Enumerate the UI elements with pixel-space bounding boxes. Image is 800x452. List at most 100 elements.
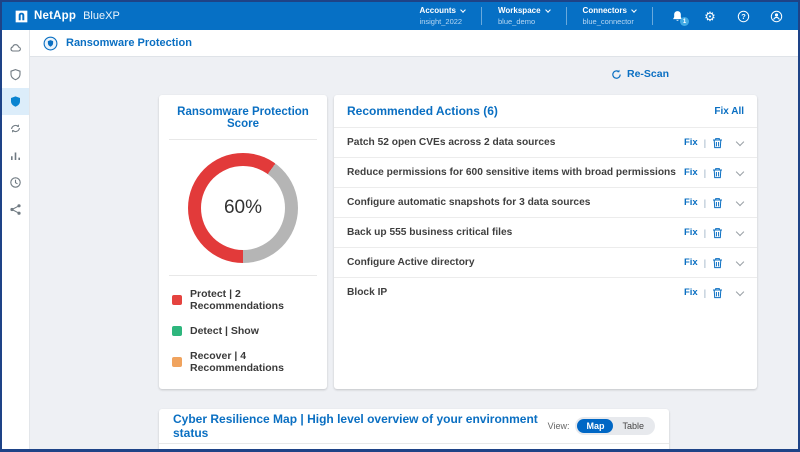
menu-label: Workspace bbox=[498, 6, 541, 15]
chevron-down-icon bbox=[460, 6, 466, 13]
notification-badge: 1 bbox=[680, 17, 689, 26]
menu-label: Accounts bbox=[419, 6, 456, 15]
clock-icon bbox=[10, 177, 21, 188]
share-nodes-icon bbox=[10, 204, 21, 215]
notifications-bell-icon[interactable]: 1 bbox=[669, 8, 689, 26]
legend-label[interactable]: Recover | 4 Recommendations bbox=[190, 350, 314, 374]
action-row: Reduce permissions for 600 sensitive ite… bbox=[334, 157, 758, 187]
header-menu[interactable]: Connectors blue_connector bbox=[567, 6, 653, 26]
sidebar-item-health[interactable] bbox=[2, 169, 29, 196]
separator: | bbox=[703, 227, 707, 238]
delete-trash-icon[interactable] bbox=[712, 257, 723, 269]
separator: | bbox=[703, 167, 707, 178]
brand-name: NetApp bbox=[34, 10, 77, 22]
menu-value: blue_demo bbox=[498, 17, 536, 26]
delete-trash-icon[interactable] bbox=[712, 287, 723, 299]
view-switcher: View: Map Table bbox=[548, 417, 655, 435]
sidebar-item-extensions[interactable] bbox=[2, 196, 29, 223]
expand-chevron-icon[interactable] bbox=[735, 167, 745, 176]
action-row: Configure Active directory Fix | bbox=[334, 247, 758, 277]
sidebar-item-canvas[interactable] bbox=[2, 34, 29, 61]
fix-all-link[interactable]: Fix All bbox=[714, 106, 744, 117]
expand-chevron-icon[interactable] bbox=[735, 257, 745, 266]
action-label: Reduce permissions for 600 sensitive ite… bbox=[347, 167, 676, 178]
fix-link[interactable]: Fix bbox=[684, 257, 698, 268]
fix-link[interactable]: Fix bbox=[684, 287, 698, 298]
app-window: NetApp BlueXP Accounts insight_2022 Work… bbox=[0, 0, 800, 452]
expand-chevron-icon[interactable] bbox=[735, 137, 745, 146]
rescan-icon bbox=[612, 69, 621, 79]
action-row: Patch 52 open CVEs across 2 data sources… bbox=[334, 127, 758, 157]
bar-chart-icon bbox=[11, 152, 20, 160]
chevron-down-icon bbox=[631, 6, 637, 13]
score-legend: Protect | 2 Recommendations Detect | Sho… bbox=[159, 276, 327, 389]
delete-trash-icon[interactable] bbox=[712, 227, 723, 239]
sidebar-item-ransomware-protection[interactable] bbox=[2, 88, 29, 115]
cyber-resilience-map-card: Cyber Resilience Map | High level overvi… bbox=[159, 409, 669, 449]
action-row: Block IP Fix | bbox=[334, 277, 758, 307]
resilience-card-title: Cyber Resilience Map | High level overvi… bbox=[173, 412, 538, 440]
rescan-button[interactable]: Re-Scan bbox=[611, 65, 669, 83]
action-row: Configure automatic snapshots for 3 data… bbox=[334, 187, 758, 217]
settings-gear-icon[interactable]: ⚙ bbox=[702, 8, 718, 24]
fix-link[interactable]: Fix bbox=[684, 197, 698, 208]
score-card: Ransomware Protection Score 60% Protect … bbox=[159, 95, 327, 389]
score-value: 60% bbox=[223, 197, 263, 218]
menu-value: blue_connector bbox=[582, 17, 634, 26]
delete-trash-icon[interactable] bbox=[712, 137, 723, 149]
separator: | bbox=[703, 197, 707, 208]
expand-chevron-icon[interactable] bbox=[735, 197, 745, 206]
menu-label: Connectors bbox=[582, 6, 627, 15]
view-label: View: bbox=[547, 421, 570, 431]
legend-item: Detect | Show bbox=[172, 325, 314, 337]
expand-chevron-icon[interactable] bbox=[735, 287, 745, 296]
svg-text:?: ? bbox=[741, 11, 746, 20]
legend-color-swatch bbox=[172, 326, 182, 336]
user-account-icon[interactable] bbox=[768, 8, 784, 24]
help-icon[interactable]: ? bbox=[735, 8, 751, 24]
sync-cloud-icon bbox=[11, 124, 20, 133]
expand-chevron-icon[interactable] bbox=[735, 227, 745, 236]
brand: NetApp BlueXP bbox=[15, 10, 120, 23]
fix-link[interactable]: Fix bbox=[684, 227, 698, 238]
view-toggle: Map Table bbox=[575, 417, 655, 435]
legend-color-swatch bbox=[172, 295, 182, 305]
action-label: Configure Active directory bbox=[347, 257, 475, 268]
protection-score-donut-chart: 60% bbox=[188, 153, 298, 263]
filter-row: Filter by: ✓ Network equipment ✓ Storage… bbox=[159, 444, 669, 449]
delete-trash-icon[interactable] bbox=[712, 167, 723, 179]
top-header: NetApp BlueXP Accounts insight_2022 Work… bbox=[2, 2, 798, 30]
sidebar-item-mobility[interactable] bbox=[2, 115, 29, 142]
action-label: Block IP bbox=[347, 287, 388, 298]
ransomware-protection-icon bbox=[11, 96, 20, 107]
fix-link[interactable]: Fix bbox=[684, 137, 698, 148]
legend-label[interactable]: Detect | Show bbox=[190, 325, 259, 337]
view-toggle-map[interactable]: Map bbox=[577, 419, 614, 433]
header-right: Accounts insight_2022 Workspace blue_dem… bbox=[404, 2, 788, 30]
sidebar-item-governance[interactable] bbox=[2, 61, 29, 88]
header-menu[interactable]: Workspace blue_demo bbox=[482, 6, 567, 26]
fix-link[interactable]: Fix bbox=[684, 167, 698, 178]
divider bbox=[169, 139, 317, 140]
shield-icon bbox=[10, 69, 21, 81]
view-toggle-table[interactable]: Table bbox=[613, 419, 653, 433]
breadcrumb: Ransomware Protection bbox=[30, 30, 798, 57]
ransomware-protection-page-icon bbox=[43, 36, 58, 50]
netapp-logo-icon bbox=[15, 10, 28, 22]
sidebar bbox=[2, 30, 30, 449]
content: Re-Scan Ransomware Protection Score 60% bbox=[30, 57, 798, 449]
sidebar-item-observability[interactable] bbox=[2, 142, 29, 169]
legend-label[interactable]: Protect | 2 Recommendations bbox=[190, 288, 314, 312]
actions-card-title: Recommended Actions (6) bbox=[347, 104, 498, 118]
legend-color-swatch bbox=[172, 357, 182, 367]
action-label: Back up 555 business critical files bbox=[347, 227, 513, 238]
action-rows: Patch 52 open CVEs across 2 data sources… bbox=[334, 127, 758, 307]
separator: | bbox=[703, 137, 707, 148]
menu-value: insight_2022 bbox=[419, 17, 463, 26]
header-icons: 1 ⚙ ? bbox=[669, 8, 788, 26]
legend-item: Recover | 4 Recommendations bbox=[172, 350, 314, 374]
score-card-title: Ransomware Protection Score bbox=[177, 106, 309, 130]
action-label: Configure automatic snapshots for 3 data… bbox=[347, 197, 591, 208]
header-menu[interactable]: Accounts insight_2022 bbox=[404, 6, 482, 26]
delete-trash-icon[interactable] bbox=[712, 197, 723, 209]
